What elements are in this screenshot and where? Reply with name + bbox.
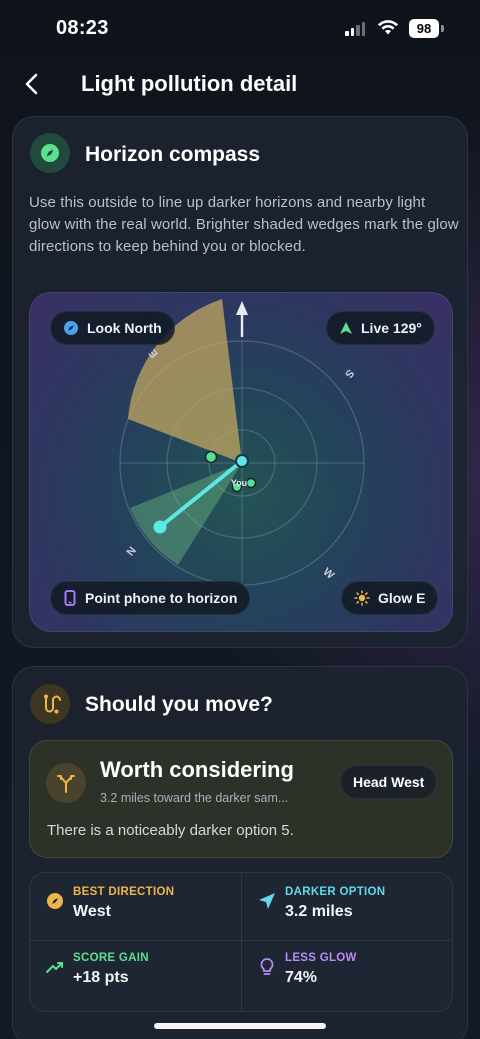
glow-direction-label: Glow E — [378, 590, 426, 606]
verdict-subtitle: 3.2 miles toward the darker sam... — [100, 791, 289, 805]
should-you-move-card: Should you move? Worth considering 3.2 m… — [12, 666, 468, 1039]
compass-view[interactable]: You N E S W Look North Live 129° Point p… — [29, 292, 453, 632]
look-north-label: Look North — [87, 320, 162, 336]
point-phone-label: Point phone to horizon — [85, 590, 238, 606]
compass-letter-north: N — [125, 545, 139, 559]
stat-best-direction: BEST DIRECTION West — [30, 877, 230, 937]
sun-icon — [354, 590, 370, 606]
trend-up-icon — [46, 962, 63, 973]
phone-icon — [64, 590, 76, 606]
route-icon — [44, 694, 61, 714]
lightbulb-icon — [260, 958, 274, 975]
glow-direction-badge: Glow E — [341, 581, 439, 615]
head-west-button[interactable]: Head West — [340, 765, 438, 799]
grid-divider — [30, 940, 452, 941]
point-phone-hint: Point phone to horizon — [50, 581, 251, 615]
compass-letter-west: W — [321, 566, 337, 582]
compass-icon — [64, 321, 78, 335]
horizon-compass-card: Horizon compass Use this outside to line… — [12, 116, 468, 648]
verdict-panel: Worth considering 3.2 miles toward the d… — [29, 740, 453, 858]
card-title: Horizon compass — [85, 143, 261, 166]
heading-triangle-icon — [340, 322, 352, 334]
stat-value: 3.2 miles — [285, 903, 353, 920]
battery-indicator: 98 — [409, 19, 439, 38]
stat-label: DARKER OPTION — [285, 886, 386, 898]
stat-value: +18 pts — [73, 969, 129, 986]
chevron-left-icon — [25, 73, 38, 95]
card-title: Should you move? — [85, 693, 273, 716]
compass-badge — [30, 133, 70, 173]
darker-direction-wedge — [130, 463, 242, 565]
stat-value: West — [73, 903, 111, 920]
stat-label: SCORE GAIN — [73, 952, 149, 964]
live-heading-label: Live 129° — [361, 320, 422, 336]
look-north-button[interactable]: Look North — [50, 311, 175, 345]
compass-description: Use this outside to line up darker horiz… — [29, 194, 459, 255]
page-title: Light pollution detail — [81, 71, 298, 96]
verdict-title: Worth considering — [100, 757, 294, 782]
center-label: You — [231, 478, 247, 488]
heading-arrow-icon — [236, 301, 248, 315]
status-time: 08:23 — [56, 17, 109, 39]
cellular-signal-icon — [345, 22, 365, 36]
location-marker — [245, 477, 257, 489]
stat-value: 74% — [285, 969, 318, 986]
stats-grid: BEST DIRECTION West DARKER OPTION 3.2 mi… — [29, 872, 453, 1012]
battery-tip — [441, 25, 444, 32]
location-marker — [204, 450, 218, 464]
split-arrows-badge — [46, 763, 86, 803]
route-badge — [30, 684, 70, 724]
stat-label: BEST DIRECTION — [73, 886, 175, 898]
live-heading-badge: Live 129° — [326, 311, 435, 345]
compass-letter-south: S — [342, 367, 356, 380]
stat-darker-option: DARKER OPTION 3.2 miles — [242, 877, 442, 937]
nav-header: Light pollution detail — [0, 62, 480, 106]
home-indicator[interactable] — [154, 1023, 326, 1029]
navigation-arrow-icon — [259, 893, 275, 909]
wifi-icon — [378, 20, 398, 35]
center-marker — [235, 454, 249, 468]
compass-icon — [47, 893, 63, 909]
verdict-text: There is a noticeably darker option 5. — [47, 822, 294, 839]
stat-score-gain: SCORE GAIN +18 pts — [30, 943, 230, 1003]
back-button[interactable] — [18, 70, 46, 98]
direction-endpoint — [153, 520, 167, 534]
status-bar: 08:23 98 — [0, 0, 480, 60]
stat-less-glow: LESS GLOW 74% — [242, 943, 442, 1003]
compass-icon — [41, 144, 59, 162]
split-arrows-icon — [57, 775, 75, 793]
stat-label: LESS GLOW — [285, 952, 357, 964]
